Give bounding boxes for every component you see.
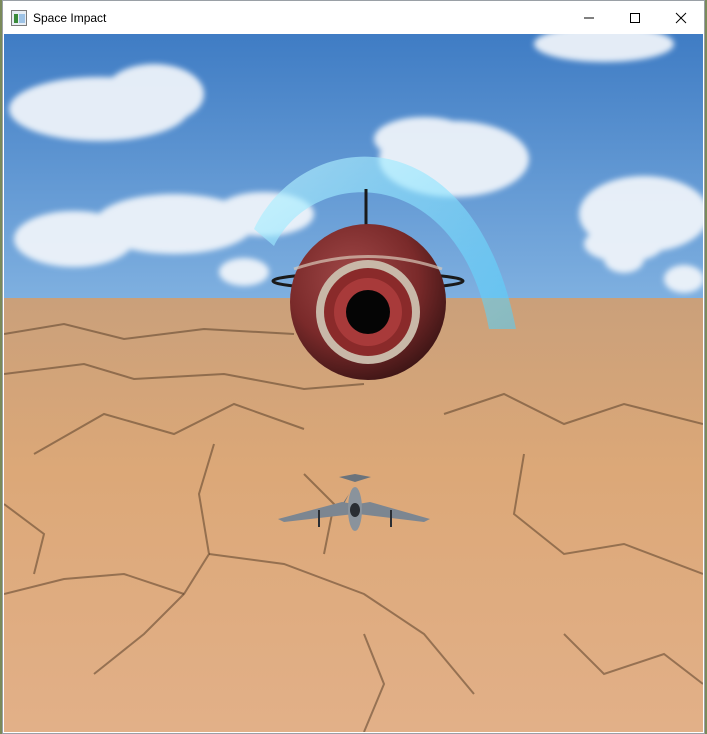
close-button[interactable] — [658, 1, 704, 34]
game-viewport[interactable] — [4, 34, 703, 732]
game-scene — [4, 34, 703, 732]
window-title: Space Impact — [33, 10, 107, 25]
maximize-button[interactable] — [612, 1, 658, 34]
game-window: Space Impact — [2, 0, 705, 734]
minimize-button[interactable] — [566, 1, 612, 34]
enemy-orb — [290, 224, 446, 380]
maximize-icon — [630, 12, 640, 23]
minimize-icon — [584, 17, 594, 18]
app-window-icon — [11, 9, 27, 26]
title-bar[interactable]: Space Impact — [3, 1, 704, 34]
close-icon — [675, 12, 687, 23]
window-controls — [566, 1, 704, 34]
